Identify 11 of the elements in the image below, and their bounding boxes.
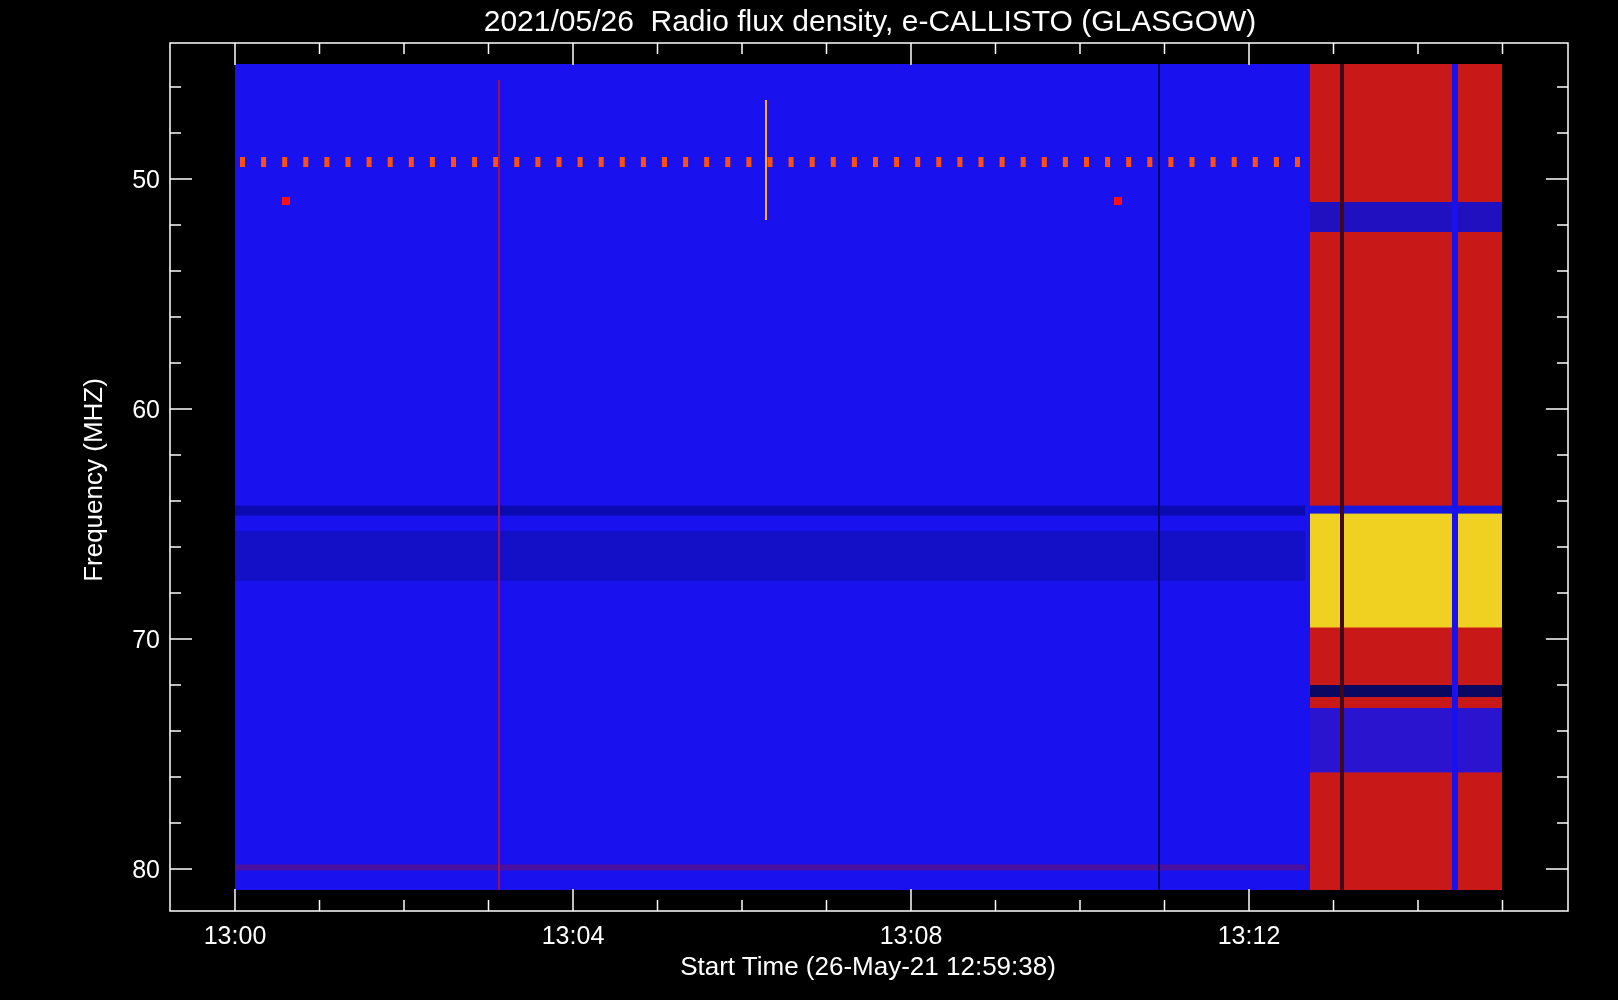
- y-tick-label: 80: [132, 855, 160, 883]
- y-axis-label: Frequency (MHZ): [78, 378, 108, 582]
- x-tick-label: 13:04: [541, 921, 605, 949]
- x-tick-label: 13:08: [879, 921, 943, 949]
- x-tick-label: 13:12: [1217, 921, 1281, 949]
- x-tick-label: 13:00: [203, 921, 267, 949]
- y-tick-label: 60: [132, 395, 160, 423]
- chart-title: 2021/05/26 Radio flux density, e-CALLISTO (GLASGOW): [483, 4, 1257, 37]
- y-tick-label: 70: [132, 625, 160, 653]
- y-tick-label: 50: [132, 165, 160, 193]
- x-axis-label: Start Time (26-May-21 12:59:38): [680, 951, 1056, 981]
